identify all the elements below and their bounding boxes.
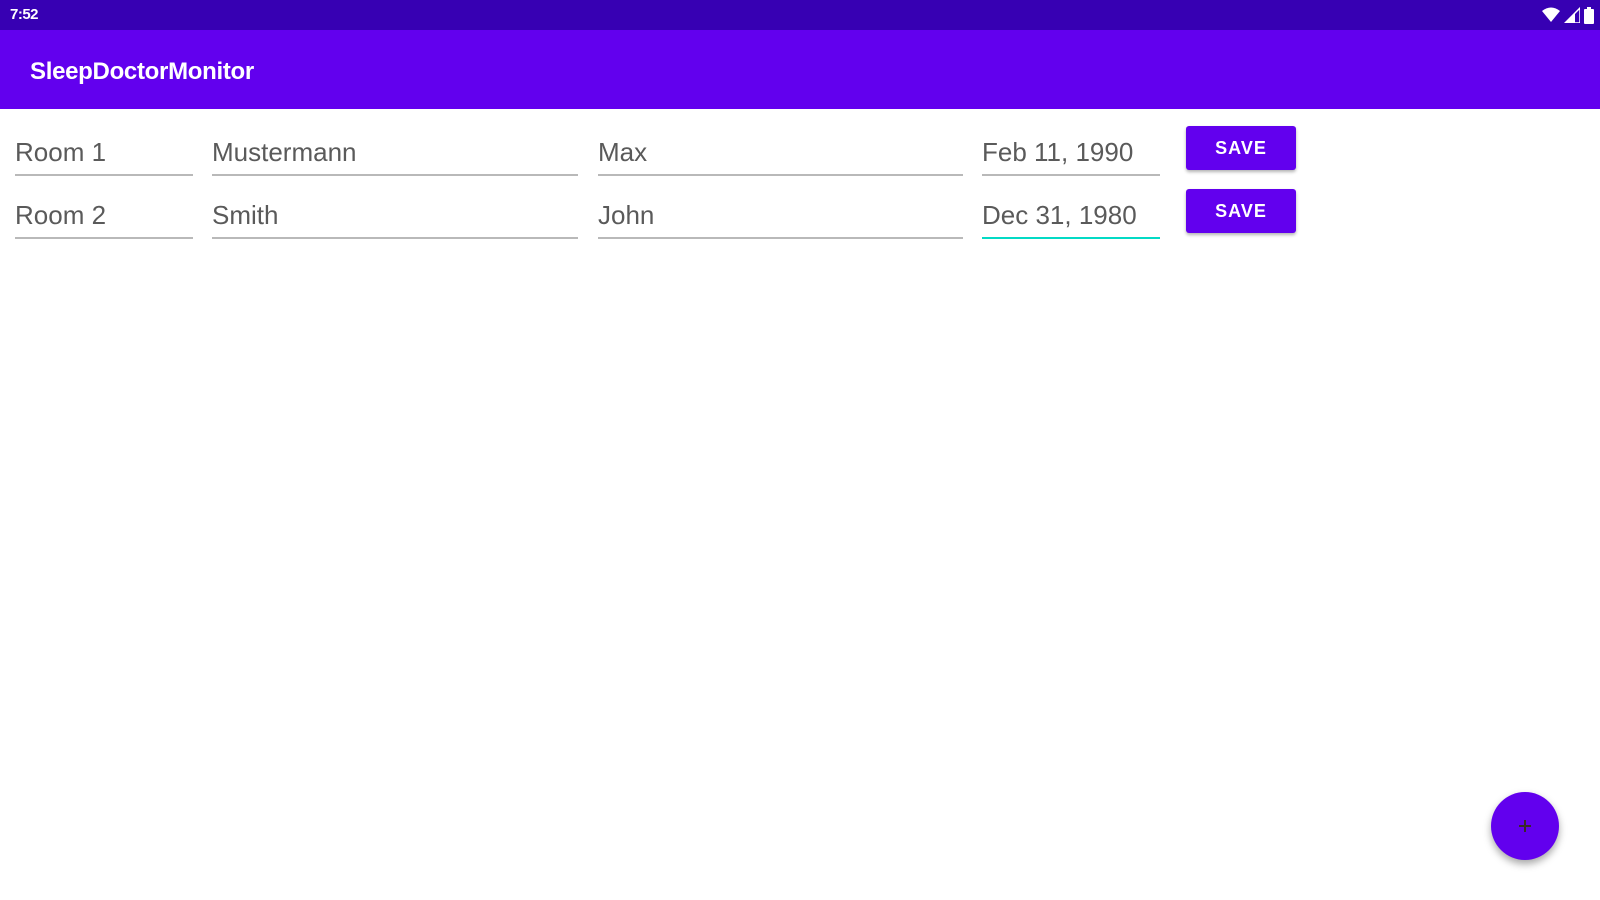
status-icons (1542, 6, 1594, 24)
room-field[interactable] (15, 130, 193, 176)
app-bar: SleepDoctorMonitor (0, 30, 1600, 109)
last-name-field[interactable] (212, 193, 578, 239)
birth-date-field[interactable] (982, 193, 1160, 239)
birth-date-field[interactable] (982, 130, 1160, 176)
first-name-field[interactable] (598, 130, 963, 176)
last-name-field[interactable] (212, 130, 578, 176)
add-patient-button[interactable] (1491, 792, 1559, 860)
first-name-field[interactable] (598, 193, 963, 239)
battery-icon (1584, 6, 1594, 24)
room-field[interactable] (15, 193, 193, 239)
status-bar: 7:52 (0, 0, 1600, 30)
patient-row-2: SAVE (0, 189, 1600, 243)
patient-row-1: SAVE (0, 126, 1600, 180)
status-time: 7:52 (10, 6, 39, 23)
save-button[interactable]: SAVE (1186, 126, 1296, 170)
app-title: SleepDoctorMonitor (30, 58, 254, 85)
signal-icon (1564, 7, 1580, 23)
wifi-icon (1542, 7, 1560, 23)
plus-icon (1517, 818, 1533, 834)
save-button[interactable]: SAVE (1186, 189, 1296, 233)
